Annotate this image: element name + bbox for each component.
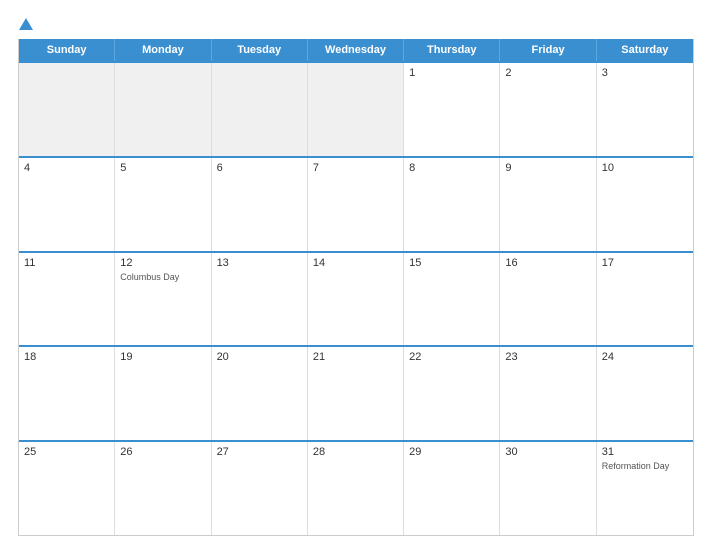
calendar-cell: 8 bbox=[404, 158, 500, 251]
header bbox=[18, 18, 694, 31]
calendar-cell: 13 bbox=[212, 253, 308, 346]
calendar-cell: 30 bbox=[500, 442, 596, 535]
day-header-saturday: Saturday bbox=[597, 39, 693, 61]
calendar-cell: 27 bbox=[212, 442, 308, 535]
day-number: 12 bbox=[120, 257, 205, 269]
calendar-week-4: 18 19 20 21 22 23 24 bbox=[19, 345, 693, 440]
day-number: 19 bbox=[120, 351, 205, 363]
day-number: 13 bbox=[217, 257, 302, 269]
calendar-cell: 10 bbox=[597, 158, 693, 251]
day-number: 15 bbox=[409, 257, 494, 269]
calendar-cell bbox=[212, 63, 308, 156]
day-header-sunday: Sunday bbox=[19, 39, 115, 61]
day-number: 4 bbox=[24, 162, 109, 174]
calendar-cell: 26 bbox=[115, 442, 211, 535]
day-number: 22 bbox=[409, 351, 494, 363]
day-number: 16 bbox=[505, 257, 590, 269]
calendar-cell: 2 bbox=[500, 63, 596, 156]
day-number: 2 bbox=[505, 67, 590, 79]
calendar-week-3: 11 12 Columbus Day 13 14 15 16 17 bbox=[19, 251, 693, 346]
day-number: 11 bbox=[24, 257, 109, 269]
day-header-monday: Monday bbox=[115, 39, 211, 61]
day-number: 24 bbox=[602, 351, 688, 363]
calendar-cell: 18 bbox=[19, 347, 115, 440]
calendar-cell: 1 bbox=[404, 63, 500, 156]
day-number: 8 bbox=[409, 162, 494, 174]
day-number: 6 bbox=[217, 162, 302, 174]
day-number: 5 bbox=[120, 162, 205, 174]
calendar-cell bbox=[308, 63, 404, 156]
holiday-label: Reformation Day bbox=[602, 461, 670, 471]
calendar-week-5: 25 26 27 28 29 30 31 Reformation Day bbox=[19, 440, 693, 535]
calendar-cell: 11 bbox=[19, 253, 115, 346]
day-number: 23 bbox=[505, 351, 590, 363]
calendar-cell: 17 bbox=[597, 253, 693, 346]
calendar-cell: 22 bbox=[404, 347, 500, 440]
day-number: 3 bbox=[602, 67, 688, 79]
day-number: 10 bbox=[602, 162, 688, 174]
day-number: 14 bbox=[313, 257, 398, 269]
day-number: 26 bbox=[120, 446, 205, 458]
day-number: 7 bbox=[313, 162, 398, 174]
calendar-cell: 14 bbox=[308, 253, 404, 346]
day-number: 9 bbox=[505, 162, 590, 174]
day-number: 28 bbox=[313, 446, 398, 458]
day-number: 20 bbox=[217, 351, 302, 363]
calendar-cell bbox=[115, 63, 211, 156]
calendar-cell: 6 bbox=[212, 158, 308, 251]
day-number: 21 bbox=[313, 351, 398, 363]
calendar-cell: 5 bbox=[115, 158, 211, 251]
day-header-tuesday: Tuesday bbox=[212, 39, 308, 61]
day-header-friday: Friday bbox=[500, 39, 596, 61]
holiday-label: Columbus Day bbox=[120, 272, 179, 282]
calendar-page: SundayMondayTuesdayWednesdayThursdayFrid… bbox=[0, 0, 712, 550]
calendar-grid: SundayMondayTuesdayWednesdayThursdayFrid… bbox=[18, 39, 694, 536]
calendar-cell: 20 bbox=[212, 347, 308, 440]
calendar-cell: 21 bbox=[308, 347, 404, 440]
calendar-cell: 31 Reformation Day bbox=[597, 442, 693, 535]
day-header-thursday: Thursday bbox=[404, 39, 500, 61]
calendar-week-2: 456789 10 bbox=[19, 156, 693, 251]
day-number: 1 bbox=[409, 67, 494, 79]
calendar-cell: 15 bbox=[404, 253, 500, 346]
day-header-wednesday: Wednesday bbox=[308, 39, 404, 61]
day-number: 17 bbox=[602, 257, 688, 269]
calendar-cell: 7 bbox=[308, 158, 404, 251]
day-number: 31 bbox=[602, 446, 688, 458]
day-number: 18 bbox=[24, 351, 109, 363]
day-number: 27 bbox=[217, 446, 302, 458]
calendar-cell: 16 bbox=[500, 253, 596, 346]
day-number: 30 bbox=[505, 446, 590, 458]
calendar-cell: 19 bbox=[115, 347, 211, 440]
calendar-header-row: SundayMondayTuesdayWednesdayThursdayFrid… bbox=[19, 39, 693, 61]
calendar-cell: 23 bbox=[500, 347, 596, 440]
calendar-cell bbox=[19, 63, 115, 156]
logo-triangle-icon bbox=[19, 18, 33, 30]
logo bbox=[18, 18, 34, 31]
calendar-cell: 28 bbox=[308, 442, 404, 535]
calendar-cell: 9 bbox=[500, 158, 596, 251]
calendar-week-1: 123 bbox=[19, 61, 693, 156]
calendar-cell: 29 bbox=[404, 442, 500, 535]
calendar-cell: 4 bbox=[19, 158, 115, 251]
calendar-cell: 3 bbox=[597, 63, 693, 156]
day-number: 29 bbox=[409, 446, 494, 458]
calendar-cell: 25 bbox=[19, 442, 115, 535]
calendar-cell: 12 Columbus Day bbox=[115, 253, 211, 346]
day-number: 25 bbox=[24, 446, 109, 458]
calendar-cell: 24 bbox=[597, 347, 693, 440]
calendar-body: 123456789101112Columbus Day1314151617181… bbox=[19, 61, 693, 535]
